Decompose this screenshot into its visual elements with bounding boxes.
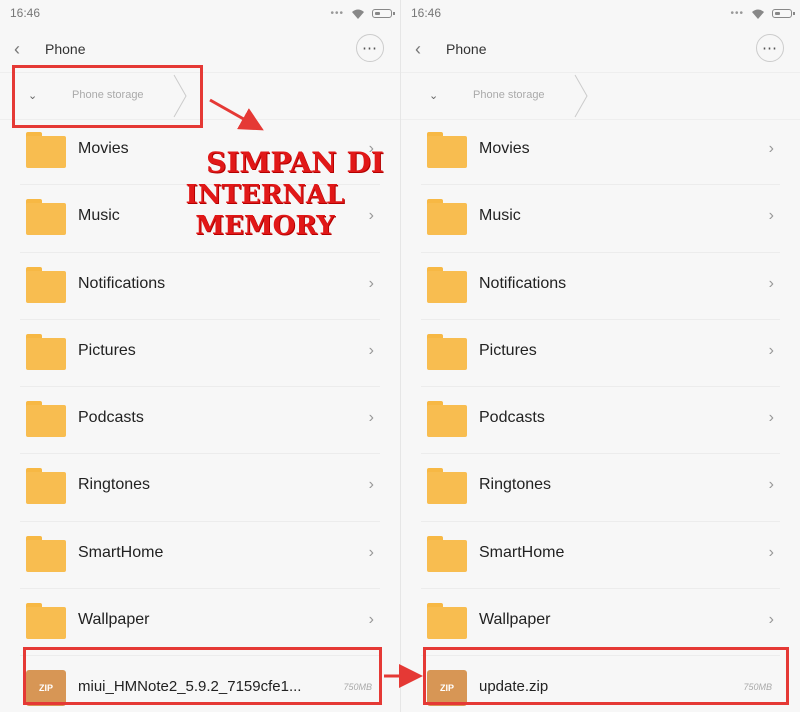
arrow-to-annotation <box>209 98 264 131</box>
annotation-arrows <box>209 98 423 688</box>
